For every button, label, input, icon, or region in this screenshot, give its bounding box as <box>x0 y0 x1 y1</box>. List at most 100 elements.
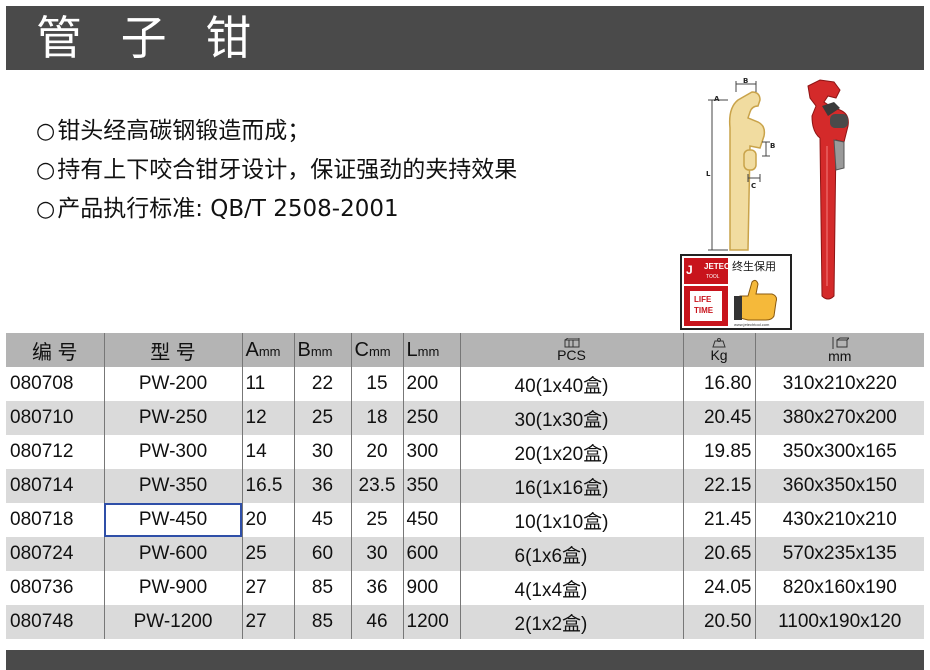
cell-b: 30 <box>294 435 352 469</box>
cell-pcs: 4(1x4盒) <box>460 571 684 605</box>
cell-c: 46 <box>351 605 404 639</box>
feature-text: 钳头经高碳钢锻造而成； <box>57 118 311 144</box>
col-header-kg: Kg <box>683 333 756 367</box>
col-header-a: Amm <box>242 333 295 367</box>
cell-b: 25 <box>294 401 352 435</box>
cell-model[interactable]: PW-200 <box>104 367 243 401</box>
feature-list: ○钳头经高碳钢锻造而成； ○持有上下咬合钳牙设计，保证强劲的夹持效果 ○产品执行… <box>36 112 676 229</box>
circle-bullet-icon: ○ <box>36 158 56 183</box>
dim-label-c: C <box>751 182 756 190</box>
cell-b: 22 <box>294 367 352 401</box>
spec-table: 编 号 型 号 Amm Bmm Cmm Lmm PCS Kg mm 080708… <box>6 333 924 639</box>
cell-c: 18 <box>351 401 404 435</box>
cell-a: 16.5 <box>242 469 295 503</box>
cell-code: 080748 <box>6 605 105 639</box>
feature-text: 持有上下咬合钳牙设计，保证强劲的夹持效果 <box>57 157 518 183</box>
cell-code: 080710 <box>6 401 105 435</box>
cell-code: 080712 <box>6 435 105 469</box>
cell-l: 900 <box>403 571 461 605</box>
cell-model[interactable]: PW-250 <box>104 401 243 435</box>
cell-c: 15 <box>351 367 404 401</box>
table-row: 080714 PW-350 16.5 36 23.5 350 16(1x16盒)… <box>6 469 924 503</box>
cell-l: 1200 <box>403 605 461 639</box>
cell-pcs: 40(1x40盒) <box>460 367 684 401</box>
cell-model[interactable]: PW-1200 <box>104 605 243 639</box>
table-row: 080724 PW-600 25 60 30 600 6(1x6盒) 20.65… <box>6 537 924 571</box>
cell-a: 25 <box>242 537 295 571</box>
cell-dimensions: 570x235x135 <box>782 543 897 564</box>
badge-url: www.jetechtool.com <box>734 322 770 327</box>
lifetime-bottom-text: TIME <box>694 306 714 315</box>
dim-label-b-side: B <box>770 142 775 150</box>
dim-label-l: L <box>706 170 711 178</box>
cell-l: 600 <box>403 537 461 571</box>
cell-l: 450 <box>403 503 461 537</box>
col-header-c: Cmm <box>351 333 404 367</box>
cell-c: 23.5 <box>351 469 404 503</box>
table-row: 080710 PW-250 12 25 18 250 30(1x30盒) 20.… <box>6 401 924 435</box>
cell-model[interactable]: PW-350 <box>104 469 243 503</box>
cell-code: 080714 <box>6 469 105 503</box>
title-bar: 管 子 钳 <box>6 6 924 70</box>
cell-dimensions: 360x350x150 <box>782 475 897 496</box>
cell-kg: 24.05 <box>683 571 756 605</box>
cell-model[interactable]: PW-900 <box>104 571 243 605</box>
cell-b: 85 <box>294 605 352 639</box>
feature-item: ○产品执行标准: QB/T 2508-2001 <box>36 190 676 229</box>
col-header-code: 编 号 <box>6 333 105 367</box>
col-header-pcs: PCS <box>460 333 684 367</box>
cell-dimensions: 430x210x210 <box>782 509 897 530</box>
cell-c: 30 <box>351 537 404 571</box>
table-row: 080748 PW-1200 27 85 46 1200 2(1x2盒) 20.… <box>6 605 924 639</box>
circle-bullet-icon: ○ <box>36 119 56 144</box>
cell-b: 60 <box>294 537 352 571</box>
cell-dimensions: 1100x190x120 <box>778 611 902 632</box>
cell-pcs: 10(1x10盒) <box>460 503 684 537</box>
table-row: 080718 PW-450 20 45 25 450 10(1x10盒) 21.… <box>6 503 924 537</box>
cell-a: 12 <box>242 401 295 435</box>
cell-dimensions: 310x210x220 <box>782 373 897 394</box>
cell-c: 36 <box>351 571 404 605</box>
brand-logo-sub: TOOL <box>706 274 720 280</box>
dim-label-a: A <box>714 95 720 103</box>
pipe-wrench-image <box>807 79 849 300</box>
col-header-b: Bmm <box>294 333 352 367</box>
cell-kg: 16.80 <box>683 367 756 401</box>
feature-item: ○持有上下咬合钳牙设计，保证强劲的夹持效果 <box>36 151 676 190</box>
dim-label-b-top: B <box>743 78 748 85</box>
cell-dimensions: 380x270x200 <box>782 407 897 428</box>
table-row: 080736 PW-900 27 85 36 900 4(1x4盒) 24.05… <box>6 571 924 605</box>
svg-text:J: J <box>686 263 693 277</box>
cell-a: 20 <box>242 503 295 537</box>
cell-l: 250 <box>403 401 461 435</box>
cell-pcs: 6(1x6盒) <box>460 537 684 571</box>
cell-pcs: 16(1x16盒) <box>460 469 684 503</box>
table-row: 080708 PW-200 11 22 15 200 40(1x40盒) 16.… <box>6 367 924 401</box>
cell-kg: 20.45 <box>683 401 756 435</box>
cell-l: 300 <box>403 435 461 469</box>
cell-dimensions: 350x300x165 <box>782 441 897 462</box>
cell-model-selected[interactable]: PW-450 <box>104 503 243 537</box>
cell-model[interactable]: PW-600 <box>104 537 243 571</box>
cell-a: 27 <box>242 605 295 639</box>
cell-kg: 20.50 <box>683 605 756 639</box>
cell-dimensions: 820x160x190 <box>782 577 897 598</box>
cell-a: 11 <box>242 367 295 401</box>
feature-item: ○钳头经高碳钢锻造而成； <box>36 112 676 151</box>
cell-kg: 22.15 <box>683 469 756 503</box>
cell-model[interactable]: PW-300 <box>104 435 243 469</box>
cell-l: 350 <box>403 469 461 503</box>
warranty-slogan: 终生保用 <box>732 259 776 273</box>
col-header-dimensions: mm <box>755 333 924 367</box>
cell-kg: 19.85 <box>683 435 756 469</box>
cell-l: 200 <box>403 367 461 401</box>
cell-pcs: 2(1x2盒) <box>460 605 684 639</box>
cell-code: 080736 <box>6 571 105 605</box>
lifetime-warranty-badge: JETECH TOOL J LIFE TIME 终生保用 www.jetecht… <box>680 254 792 330</box>
cell-a: 27 <box>242 571 295 605</box>
cell-c: 20 <box>351 435 404 469</box>
cell-b: 36 <box>294 469 352 503</box>
lifetime-top-text: LIFE <box>694 295 712 304</box>
feature-text: 产品执行标准: QB/T 2508-2001 <box>57 196 399 222</box>
cell-code: 080724 <box>6 537 105 571</box>
